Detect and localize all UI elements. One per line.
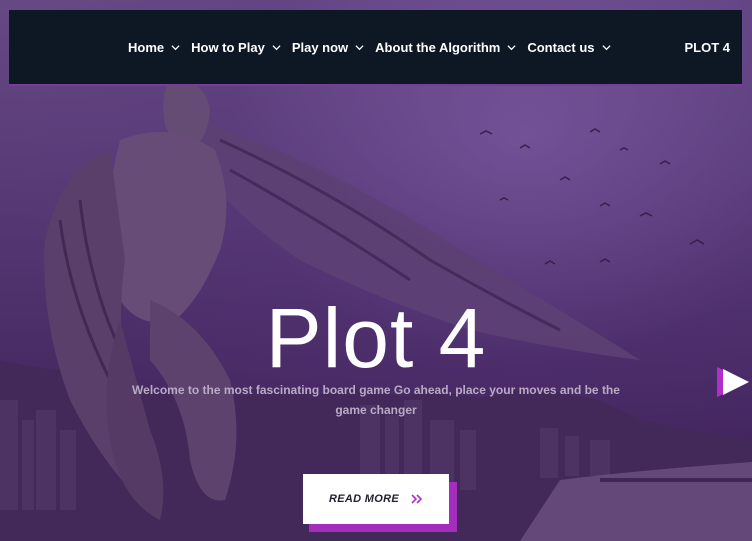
double-chevron-right-icon: [411, 494, 423, 504]
chevron-down-icon: [507, 44, 516, 50]
slider-next-button[interactable]: [715, 365, 752, 399]
read-more-container: READ MORE: [303, 474, 457, 532]
hero-subtitle: Welcome to the most fascinating board ga…: [132, 383, 620, 417]
nav-item-label: Play now: [291, 39, 349, 55]
nav-item-home[interactable]: Home: [128, 40, 180, 55]
nav-item-contact[interactable]: Contact us: [527, 39, 611, 55]
chevron-down-icon: [171, 44, 180, 50]
brand-logo[interactable]: PLOT 4: [684, 10, 730, 84]
read-more-label: READ MORE: [329, 493, 399, 505]
nav-item-label: How to Play: [191, 39, 265, 55]
hero-title: Plot 4: [265, 291, 487, 385]
nav-item-play-now[interactable]: Play now: [292, 40, 364, 55]
nav-item-label: About the Algorithm: [375, 39, 501, 55]
read-more-button[interactable]: READ MORE: [303, 474, 449, 524]
chevron-down-icon: [601, 44, 611, 50]
nav-menu: Home How to Play Play now About the Algo…: [128, 10, 622, 84]
nav-item-label: Home: [128, 39, 165, 55]
nav-item-label: Contact us: [527, 39, 595, 55]
top-navbar: Home How to Play Play now About the Algo…: [9, 10, 742, 84]
chevron-down-icon: [272, 44, 281, 50]
play-arrow-icon: [717, 367, 749, 397]
nav-item-about-algorithm[interactable]: About the Algorithm: [375, 40, 516, 55]
chevron-down-icon: [355, 44, 364, 50]
nav-item-how-to-play[interactable]: How to Play: [191, 40, 281, 55]
